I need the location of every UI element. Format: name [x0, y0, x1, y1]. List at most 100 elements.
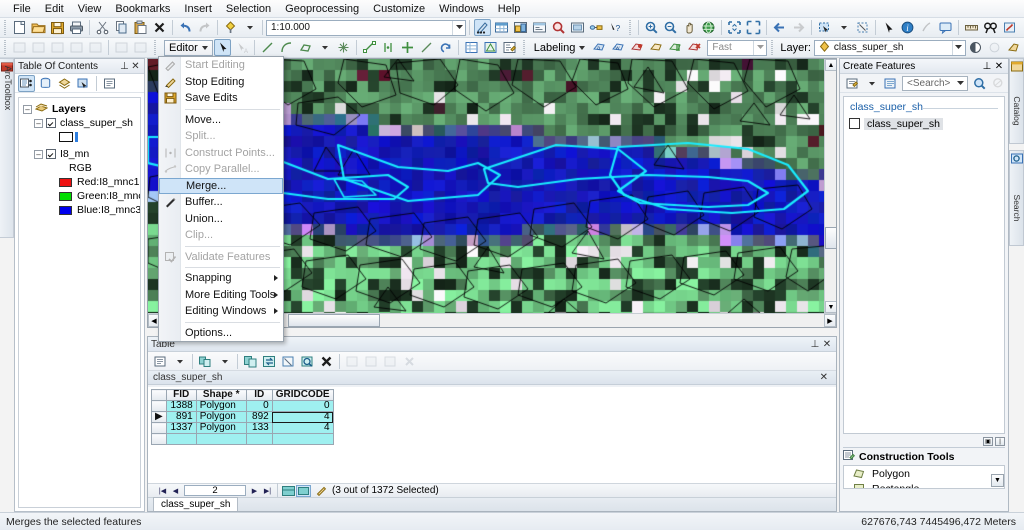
copy-icon[interactable]: [113, 19, 130, 36]
options-icon[interactable]: [101, 75, 118, 92]
editor-menu-item-split[interactable]: Split...: [159, 128, 283, 145]
new-map-icon[interactable]: [11, 19, 28, 36]
forward-extent-icon[interactable]: [790, 19, 807, 36]
editor-menu-item-editing-windows[interactable]: Editing Windows: [159, 303, 283, 320]
table-grid-container[interactable]: FID Shape * ID GRIDCODE 1388 Polygon 0 0: [148, 387, 836, 483]
layer-combo[interactable]: class_super_sh: [813, 39, 966, 56]
html-popup-icon[interactable]: [937, 19, 954, 36]
select-dropdown-icon[interactable]: [835, 19, 852, 36]
editor-menu-item-stop-editing[interactable]: Stop Editing: [159, 74, 283, 91]
cell-shape[interactable]: Polygon: [195, 400, 247, 412]
feature-template-item[interactable]: class_super_sh: [849, 117, 1004, 130]
label-pause-icon[interactable]: [667, 39, 684, 56]
scroll-down-icon[interactable]: ▼: [825, 301, 836, 313]
create-features-icon[interactable]: [501, 39, 518, 56]
row-marker[interactable]: [151, 400, 167, 412]
measure-icon[interactable]: [963, 19, 980, 36]
map-scale-combo[interactable]: 1:10.000: [266, 19, 466, 36]
add-data-icon[interactable]: [222, 19, 239, 36]
row-marker[interactable]: ▶: [151, 411, 167, 423]
whats-this-help-icon[interactable]: ?: [607, 19, 624, 36]
scroll-right-icon[interactable]: ▶: [824, 314, 836, 327]
scroll-up-icon[interactable]: ▲: [825, 59, 836, 71]
search-icon[interactable]: [971, 75, 988, 92]
add-field-icon[interactable]: [344, 353, 361, 370]
trace-icon[interactable]: [297, 39, 314, 56]
table-row-empty[interactable]: [151, 433, 334, 445]
model-builder-icon[interactable]: [588, 19, 605, 36]
menu-bookmarks[interactable]: Bookmarks: [108, 2, 177, 16]
find-route-icon[interactable]: [1001, 19, 1018, 36]
toc-band-blue[interactable]: Blue: I8_mnc3: [21, 203, 140, 217]
construction-tool-polygon[interactable]: Polygon: [844, 466, 1004, 481]
midpoint-icon[interactable]: [380, 39, 397, 56]
menu-help[interactable]: Help: [491, 2, 528, 16]
search-side-tab[interactable]: Search: [1009, 150, 1024, 246]
editor-menu-item-save-edits[interactable]: Save Edits: [159, 90, 283, 107]
arcglobe-window-icon[interactable]: [569, 19, 586, 36]
label-weight-icon[interactable]: w: [610, 39, 627, 56]
close-icon[interactable]: ✕: [821, 339, 833, 350]
cell-id[interactable]: 133: [245, 422, 273, 434]
attributes-icon[interactable]: [463, 39, 480, 56]
sketch-properties-icon[interactable]: [482, 39, 499, 56]
column-header-id[interactable]: ID: [245, 389, 273, 401]
list-by-drawing-order-icon[interactable]: [18, 74, 35, 92]
pin-icon[interactable]: ⊥: [809, 339, 821, 350]
save-icon[interactable]: [49, 19, 66, 36]
editor-menu-item-construct-points[interactable]: Construct Points...: [159, 145, 283, 162]
editor-toolbar-toggle-icon[interactable]: [474, 19, 491, 36]
cell-fid[interactable]: 891: [165, 411, 197, 423]
feature-templates-list[interactable]: class_super_sh class_super_sh: [843, 96, 1005, 434]
construction-icon[interactable]: [361, 39, 378, 56]
related-tables-icon[interactable]: [197, 353, 214, 370]
distance-distance-icon[interactable]: [399, 39, 416, 56]
cut-icon[interactable]: [94, 19, 111, 36]
toc-band-red[interactable]: Red: I8_mnc1: [21, 175, 139, 189]
toc-layer-i8-mn[interactable]: – I8_mn: [21, 147, 138, 161]
label-placement-icon[interactable]: [648, 39, 665, 56]
toc-symbol-class-super-sh[interactable]: [21, 130, 138, 144]
column-header-shape[interactable]: Shape *: [195, 389, 247, 401]
cell-fid[interactable]: 1388: [165, 400, 197, 412]
table-tab-close-icon[interactable]: ✕: [820, 372, 828, 383]
list-by-visibility-icon[interactable]: [56, 75, 73, 92]
editor-menu-item-buffer[interactable]: Buffer...: [159, 194, 283, 211]
zoom-in-icon[interactable]: [643, 19, 660, 36]
current-record-input[interactable]: 2: [184, 485, 246, 496]
toolbar-grip[interactable]: [3, 20, 8, 35]
editor-menu-item-move[interactable]: Move...: [159, 112, 283, 129]
menu-geoprocessing[interactable]: Geoprocessing: [278, 2, 366, 16]
column-header-fid[interactable]: FID: [165, 389, 197, 401]
switch-selection-icon[interactable]: [261, 353, 278, 370]
menu-insert[interactable]: Insert: [177, 2, 219, 16]
editor-menu-item-validate-features[interactable]: Validate Features: [159, 249, 283, 266]
expand-collapse-icon[interactable]: –: [34, 118, 43, 128]
delete-icon[interactable]: [151, 19, 168, 36]
clear-selection-icon[interactable]: [280, 353, 297, 370]
table-row[interactable]: ▶ 891 Polygon 892 4: [151, 411, 334, 423]
delete-selected-icon[interactable]: [318, 353, 335, 370]
cell-shape[interactable]: Polygon: [195, 411, 247, 423]
label-manager-icon[interactable]: a: [591, 39, 608, 56]
rotate-icon[interactable]: [437, 39, 454, 56]
row-marker[interactable]: [151, 422, 167, 434]
toc-layer-class-super-sh[interactable]: – class_super_sh: [21, 116, 138, 130]
menu-edit[interactable]: Edit: [38, 2, 71, 16]
catalog-side-tab[interactable]: Catalog: [1009, 58, 1024, 144]
edit-tool-icon[interactable]: [213, 39, 231, 56]
undo-icon[interactable]: [177, 19, 194, 36]
menu-file[interactable]: File: [6, 2, 38, 16]
table-options-dropdown-icon[interactable]: [171, 353, 188, 370]
cell-fid[interactable]: 1337: [165, 422, 197, 434]
cell-gridcode[interactable]: 4: [271, 411, 334, 423]
fixed-zoom-in-icon[interactable]: [726, 19, 743, 36]
select-features-icon[interactable]: [816, 19, 833, 36]
collapse-panel-icon[interactable]: ▣: [983, 437, 993, 446]
find-icon[interactable]: [982, 19, 999, 36]
menu-windows[interactable]: Windows: [432, 2, 491, 16]
cell-empty[interactable]: [195, 433, 247, 445]
row-selector-header[interactable]: [151, 389, 167, 401]
editor-menu-item-union[interactable]: Union...: [159, 211, 283, 228]
related-tables-dropdown-icon[interactable]: [216, 353, 233, 370]
